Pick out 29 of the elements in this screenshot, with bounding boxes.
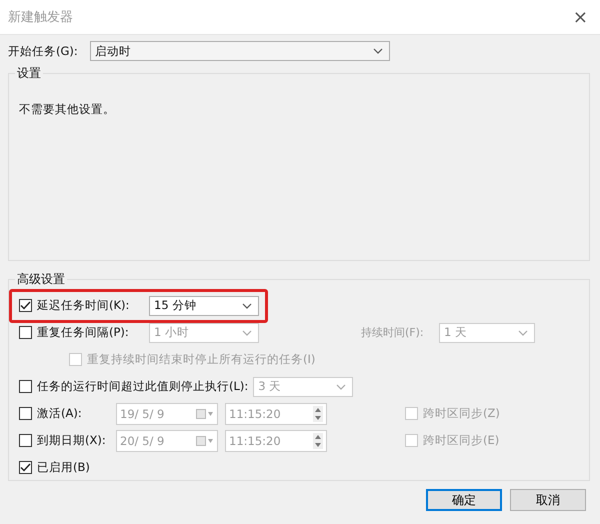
spin-arrows-icon [313, 406, 323, 422]
checkbox-label: 跨时区同步(E) [423, 433, 500, 448]
checkbox-label: 激活(A): [37, 406, 82, 421]
checkbox-label: 到期日期(X): [37, 433, 106, 448]
dropdown[interactable]: 启动时 [90, 41, 390, 61]
checkbox-label: 重复持续时间结束时停止所有运行的任务(I) [87, 352, 316, 367]
calendar-icon [196, 408, 214, 418]
settings-text: 不需要其他设置。 [19, 102, 116, 117]
calendar-icon [196, 436, 214, 446]
checkbox-label: 延迟任务时间(K): [37, 298, 130, 313]
field-label: 持续时间(F): [361, 325, 425, 340]
checkbox-label: 跨时区同步(Z) [423, 406, 500, 421]
window-title: 新建触发器 [8, 9, 73, 26]
spin-arrows-icon [313, 432, 323, 448]
dialog-button[interactable]: 取消 [510, 489, 586, 511]
close-button[interactable]: × [568, 6, 592, 28]
checkbox-label: 重复任务间隔(P): [37, 325, 129, 340]
dialog-button[interactable]: 确定 [426, 489, 502, 511]
checkbox-label: 任务的运行时间超过此值则停止执行(L): [37, 379, 248, 394]
caret-icon [518, 330, 528, 336]
caret-icon [336, 384, 346, 390]
checkbox[interactable] [19, 461, 32, 474]
caret-icon [242, 302, 252, 308]
checkbox[interactable] [19, 299, 32, 312]
caret-icon [242, 330, 252, 336]
checkbox-label: 已启用(B) [37, 460, 90, 475]
dropdown[interactable]: 15 分钟 [149, 296, 259, 316]
field-label: 开始任务(G): [8, 44, 79, 58]
caret-icon [373, 48, 383, 54]
